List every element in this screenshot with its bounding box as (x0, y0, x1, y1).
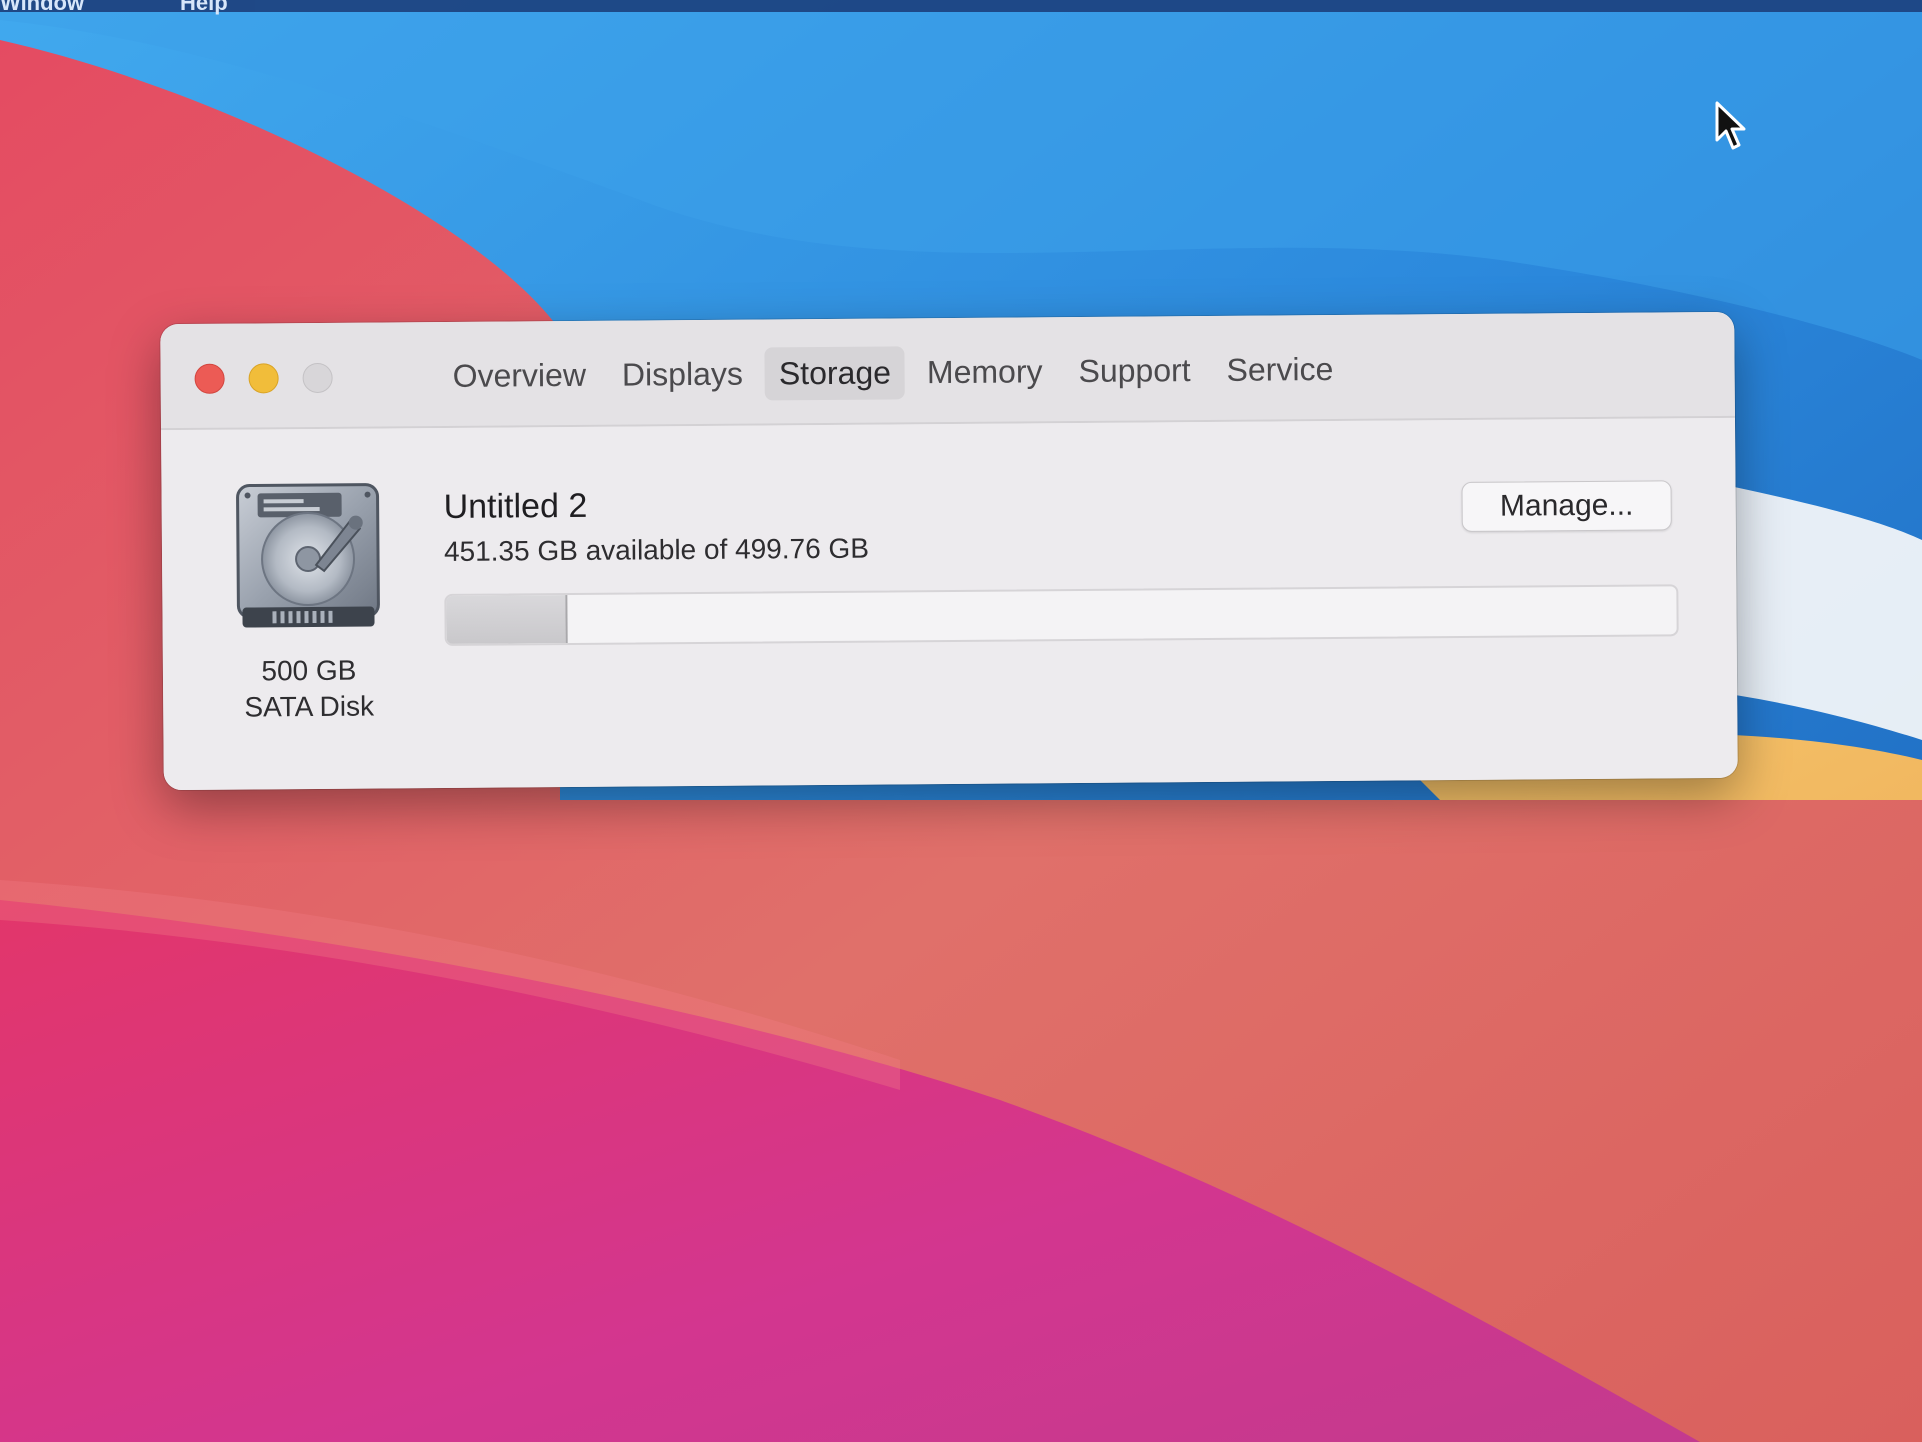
volume-name: Untitled 2 (443, 486, 588, 526)
desktop: Window Help Overview Displays Storage Me… (0, 0, 1922, 1442)
zoom-button (302, 362, 333, 394)
tab-service[interactable]: Service (1212, 342, 1347, 396)
tab-storage[interactable]: Storage (764, 345, 906, 400)
menu-bar: Window Help (0, 0, 1922, 15)
storage-used-segment (446, 594, 568, 644)
mouse-pointer-icon (1715, 101, 1746, 150)
window-titlebar[interactable]: Overview Displays Storage Memory Support… (160, 311, 1735, 431)
tab-memory[interactable]: Memory (913, 345, 1057, 399)
tab-overview[interactable]: Overview (438, 348, 600, 402)
tab-displays[interactable]: Displays (608, 347, 757, 401)
about-this-mac-window: Overview Displays Storage Memory Support… (160, 311, 1738, 791)
hard-drive-icon (236, 483, 380, 628)
disk-type-label: SATA Disk (244, 690, 375, 723)
storage-usage-bar (444, 584, 1679, 646)
close-button[interactable] (194, 363, 225, 394)
menu-item-window[interactable]: Window (0, 0, 84, 16)
manage-button[interactable]: Manage... (1461, 480, 1672, 532)
disk-size-label: 500 GB (261, 654, 357, 687)
tab-support[interactable]: Support (1064, 343, 1204, 397)
storage-pane: 500 GB SATA Disk Untitled 2 451.35 GB av… (161, 417, 1738, 791)
tab-bar: Overview Displays Storage Memory Support… (438, 341, 1355, 404)
volume-capacity: 451.35 GB available of 499.76 GB (443, 532, 870, 567)
menu-item-help[interactable]: Help (180, 0, 228, 16)
minimize-button[interactable] (248, 363, 279, 394)
